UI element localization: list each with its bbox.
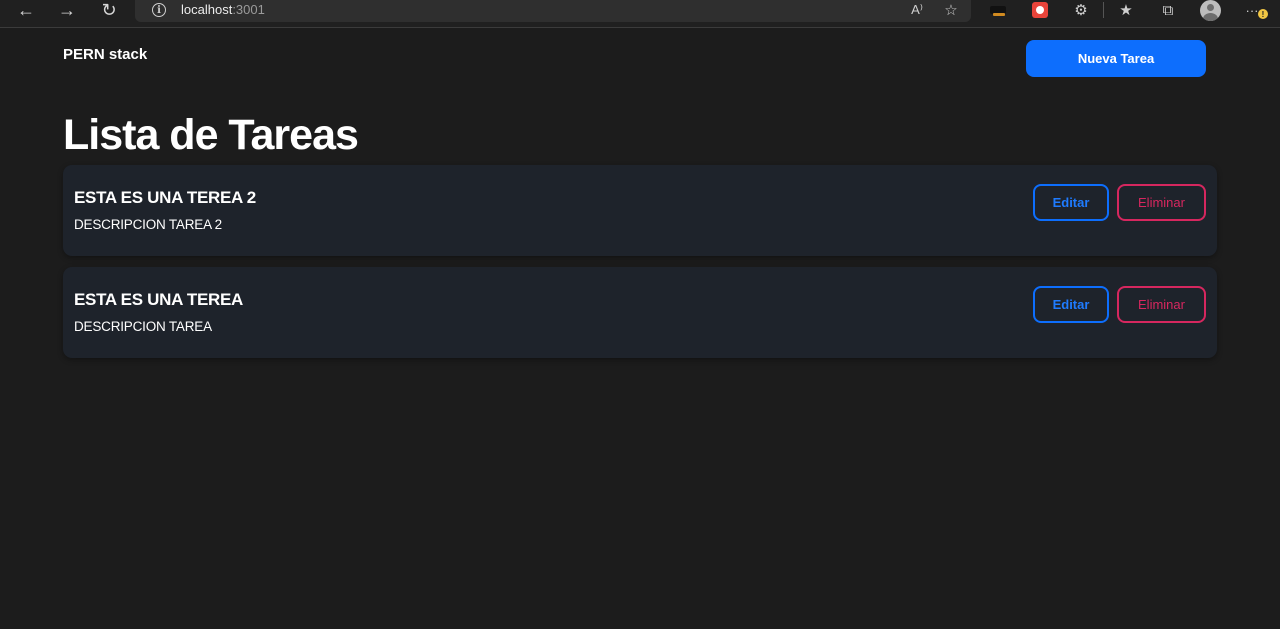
- delete-button[interactable]: Eliminar: [1117, 184, 1206, 221]
- favorites-icon[interactable]: ★: [1114, 0, 1138, 20]
- task-description: DESCRIPCION TAREA: [74, 319, 212, 334]
- url-text[interactable]: localhost:3001: [181, 2, 265, 17]
- task-title: ESTA ES UNA TEREA: [74, 290, 244, 309]
- read-aloud-icon[interactable]: A⁾: [905, 0, 929, 20]
- arrow-right-icon: →: [58, 0, 76, 20]
- app-header: PERN stack Nueva Tarea: [0, 29, 1280, 89]
- collections-icon[interactable]: ⧉: [1156, 0, 1180, 20]
- delete-button[interactable]: Eliminar: [1117, 286, 1206, 323]
- info-icon[interactable]: i: [152, 3, 166, 17]
- extension-red-icon[interactable]: [1032, 2, 1048, 18]
- brand-link[interactable]: PERN stack: [63, 46, 147, 63]
- extensions-icon[interactable]: ⚙: [1069, 0, 1093, 20]
- browser-toolbar: ← → ↻ i localhost:3001 A⁾ ☆ ⚙ ★ ⧉ ··· !: [0, 0, 1280, 28]
- add-favorite-icon[interactable]: ☆: [939, 0, 963, 20]
- edit-button[interactable]: Editar: [1033, 286, 1109, 323]
- task-description: DESCRIPCION TAREA 2: [74, 217, 222, 232]
- refresh-button[interactable]: ↻: [95, 0, 123, 20]
- back-button[interactable]: ←: [12, 0, 40, 20]
- url-host: localhost: [181, 2, 233, 17]
- arrow-left-icon: ←: [17, 0, 35, 20]
- warning-badge-icon: !: [1258, 9, 1268, 19]
- task-card[interactable]: ESTA ES UNA TEREA DESCRIPCION TAREA Edit…: [63, 267, 1217, 358]
- extension-icon[interactable]: [990, 6, 1006, 16]
- edit-button[interactable]: Editar: [1033, 184, 1109, 221]
- refresh-icon: ↻: [101, 0, 117, 20]
- toolbar-divider: [1103, 2, 1104, 18]
- task-card[interactable]: ESTA ES UNA TEREA 2 DESCRIPCION TAREA 2 …: [63, 165, 1217, 256]
- address-bar[interactable]: i localhost:3001: [135, 0, 971, 22]
- profile-icon[interactable]: [1200, 0, 1221, 21]
- page-title: Lista de Tareas: [63, 111, 359, 159]
- url-port: :3001: [232, 2, 265, 17]
- forward-button[interactable]: →: [53, 0, 81, 20]
- task-title: ESTA ES UNA TEREA 2: [74, 188, 256, 207]
- new-task-button[interactable]: Nueva Tarea: [1026, 40, 1206, 77]
